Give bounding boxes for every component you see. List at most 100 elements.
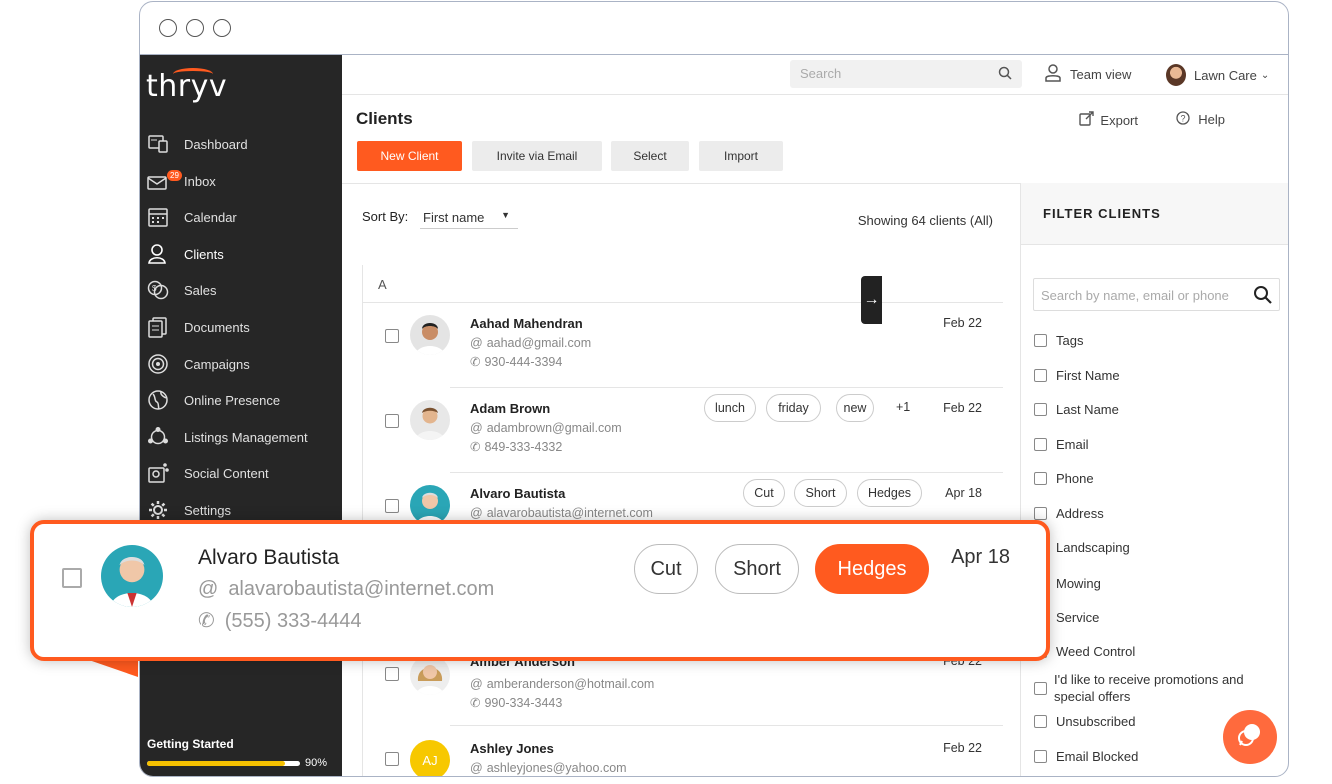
client-row[interactable]: Adam Brown @ adambrown@gmail.com ✆ 849-333… [363, 387, 1003, 472]
sidebar-item-label: Listings Management [184, 429, 308, 445]
filter-search-input[interactable]: Search by name, email or phone [1033, 278, 1280, 311]
sidebar-item-dashboard[interactable]: Dashboard [140, 129, 342, 159]
help-button[interactable]: ? Help [1176, 111, 1225, 128]
at-icon: @ [470, 421, 483, 435]
help-icon: ? [1176, 111, 1190, 128]
email-text: alavarobautista@internet.com [486, 506, 653, 520]
filter-option-label: Unsubscribed [1056, 714, 1136, 729]
listings-icon [147, 426, 169, 448]
sidebar-item-campaigns[interactable]: Campaigns [140, 349, 342, 379]
at-icon: @ [198, 578, 219, 600]
search-input[interactable]: Search [790, 60, 1022, 88]
dashboard-icon [147, 133, 169, 155]
client-name[interactable]: Alvaro Bautista [470, 486, 565, 501]
filter-checkbox[interactable] [1034, 715, 1047, 728]
filter-checkbox[interactable] [1034, 681, 1047, 695]
filter-option-unsubscribed[interactable]: Unsubscribed [1034, 714, 1136, 729]
client-row[interactable]: AJ Ashley Jones @ ashleyjones@yahoo.com F… [363, 725, 1003, 776]
tag-chip[interactable]: Hedges [857, 479, 922, 507]
export-button[interactable]: Export [1079, 111, 1138, 129]
window-close-button[interactable] [159, 19, 177, 37]
import-button[interactable]: Import [699, 141, 783, 171]
sidebar-item-listings-management[interactable]: Listings Management [140, 422, 342, 452]
client-date: Feb 22 [943, 741, 982, 755]
sidebar-item-label: Calendar [184, 209, 237, 225]
tag-chip[interactable]: Short [715, 544, 799, 594]
email-text: alavarobautista@internet.com [228, 578, 495, 600]
filter-checkbox[interactable] [1034, 472, 1047, 485]
person-icon [1044, 64, 1062, 85]
client-name[interactable]: Aahad Mahendran [470, 316, 583, 331]
filter-option-label: Last Name [1056, 402, 1119, 417]
client-name[interactable]: Ashley Jones [470, 741, 554, 756]
sidebar-item-online-presence[interactable]: Online Presence [140, 385, 342, 415]
filter-checkbox[interactable] [1034, 369, 1047, 382]
client-email: @ amberanderson@hotmail.com [470, 677, 654, 691]
page-title: Clients [356, 109, 413, 128]
row-checkbox[interactable] [385, 667, 399, 681]
tag-chip[interactable]: Short [794, 479, 847, 507]
sidebar-item-label: Inbox [184, 173, 216, 189]
email-text: amberanderson@hotmail.com [486, 677, 655, 691]
email-text: adambrown@gmail.com [486, 421, 622, 435]
avatar [410, 655, 450, 695]
filter-checkbox[interactable] [1034, 507, 1047, 520]
filter-option-label: Tags [1056, 333, 1084, 348]
team-view-button[interactable]: Team view [1044, 64, 1131, 85]
new-client-button[interactable]: New Client [357, 141, 462, 171]
tag-chip[interactable]: Cut [634, 544, 698, 594]
filter-checkbox[interactable] [1034, 750, 1047, 763]
filter-option-first-name[interactable]: First Name [1034, 368, 1120, 383]
filter-checkbox[interactable] [1034, 334, 1047, 347]
filter-option-label: Phone [1056, 471, 1094, 486]
getting-started-label[interactable]: Getting Started [147, 737, 234, 751]
client-name[interactable]: Alvaro Bautista [198, 546, 339, 570]
search-icon [1253, 285, 1273, 308]
sidebar-item-inbox[interactable]: 29 Inbox [140, 166, 342, 196]
row-checkbox[interactable] [385, 499, 399, 513]
tag-chip-highlighted[interactable]: Hedges [815, 544, 929, 594]
chat-button[interactable] [1223, 710, 1277, 764]
tag-chip[interactable]: new [836, 394, 874, 422]
showing-count: Showing 64 clients (All) [857, 213, 993, 228]
row-checkbox[interactable] [385, 752, 399, 766]
window-maximize-button[interactable] [213, 19, 231, 37]
client-name[interactable]: Adam Brown [470, 401, 550, 416]
search-placeholder: Search [800, 66, 842, 81]
invite-via-email-button[interactable]: Invite via Email [472, 141, 602, 171]
filter-option-label: I'd like to receive promotions and speci… [1054, 672, 1244, 704]
filter-option-email-blocked[interactable]: Email Blocked [1034, 749, 1138, 764]
filter-option-promotions[interactable]: I'd like to receive promotions and speci… [1034, 671, 1264, 705]
sidebar-item-sales[interactable]: $ Sales [140, 275, 342, 305]
more-tags-count[interactable]: +1 [896, 400, 910, 414]
sidebar-item-social-content[interactable]: Social Content [140, 458, 342, 488]
gear-icon [147, 499, 169, 521]
tag-chip[interactable]: lunch [704, 394, 756, 422]
row-checkbox[interactable] [385, 414, 399, 428]
window-titlebar [140, 2, 1288, 55]
filter-checkbox[interactable] [1034, 438, 1047, 451]
filter-option-last-name[interactable]: Last Name [1034, 402, 1119, 417]
sort-select[interactable]: First name ▼ [420, 203, 518, 229]
client-phone: ✆ 849-333-4332 [470, 439, 562, 454]
row-checkbox[interactable] [385, 329, 399, 343]
collapse-filter-button[interactable]: → [861, 276, 882, 324]
row-checkbox[interactable] [62, 568, 82, 588]
sidebar-item-clients[interactable]: Clients [140, 239, 342, 269]
client-row[interactable]: Aahad Mahendran @ aahad@gmail.com ✆ 930-44… [363, 302, 1003, 387]
select-button[interactable]: Select [611, 141, 689, 171]
filter-option-email[interactable]: Email [1034, 437, 1089, 452]
tag-chip[interactable]: Cut [743, 479, 785, 507]
avatar [410, 400, 450, 440]
tag-chip[interactable]: friday [766, 394, 821, 422]
filter-checkbox[interactable] [1034, 403, 1047, 416]
sidebar-item-calendar[interactable]: Calendar [140, 202, 342, 232]
window-minimize-button[interactable] [186, 19, 204, 37]
sidebar-item-documents[interactable]: Documents [140, 312, 342, 342]
account-menu[interactable]: Lawn Care ⌄ [1166, 64, 1269, 86]
documents-icon [147, 316, 169, 338]
filter-option-address[interactable]: Address [1034, 506, 1104, 521]
filter-option-phone[interactable]: Phone [1034, 471, 1094, 486]
row-divider [450, 725, 1003, 726]
filter-option-tags[interactable]: Tags [1034, 333, 1083, 348]
